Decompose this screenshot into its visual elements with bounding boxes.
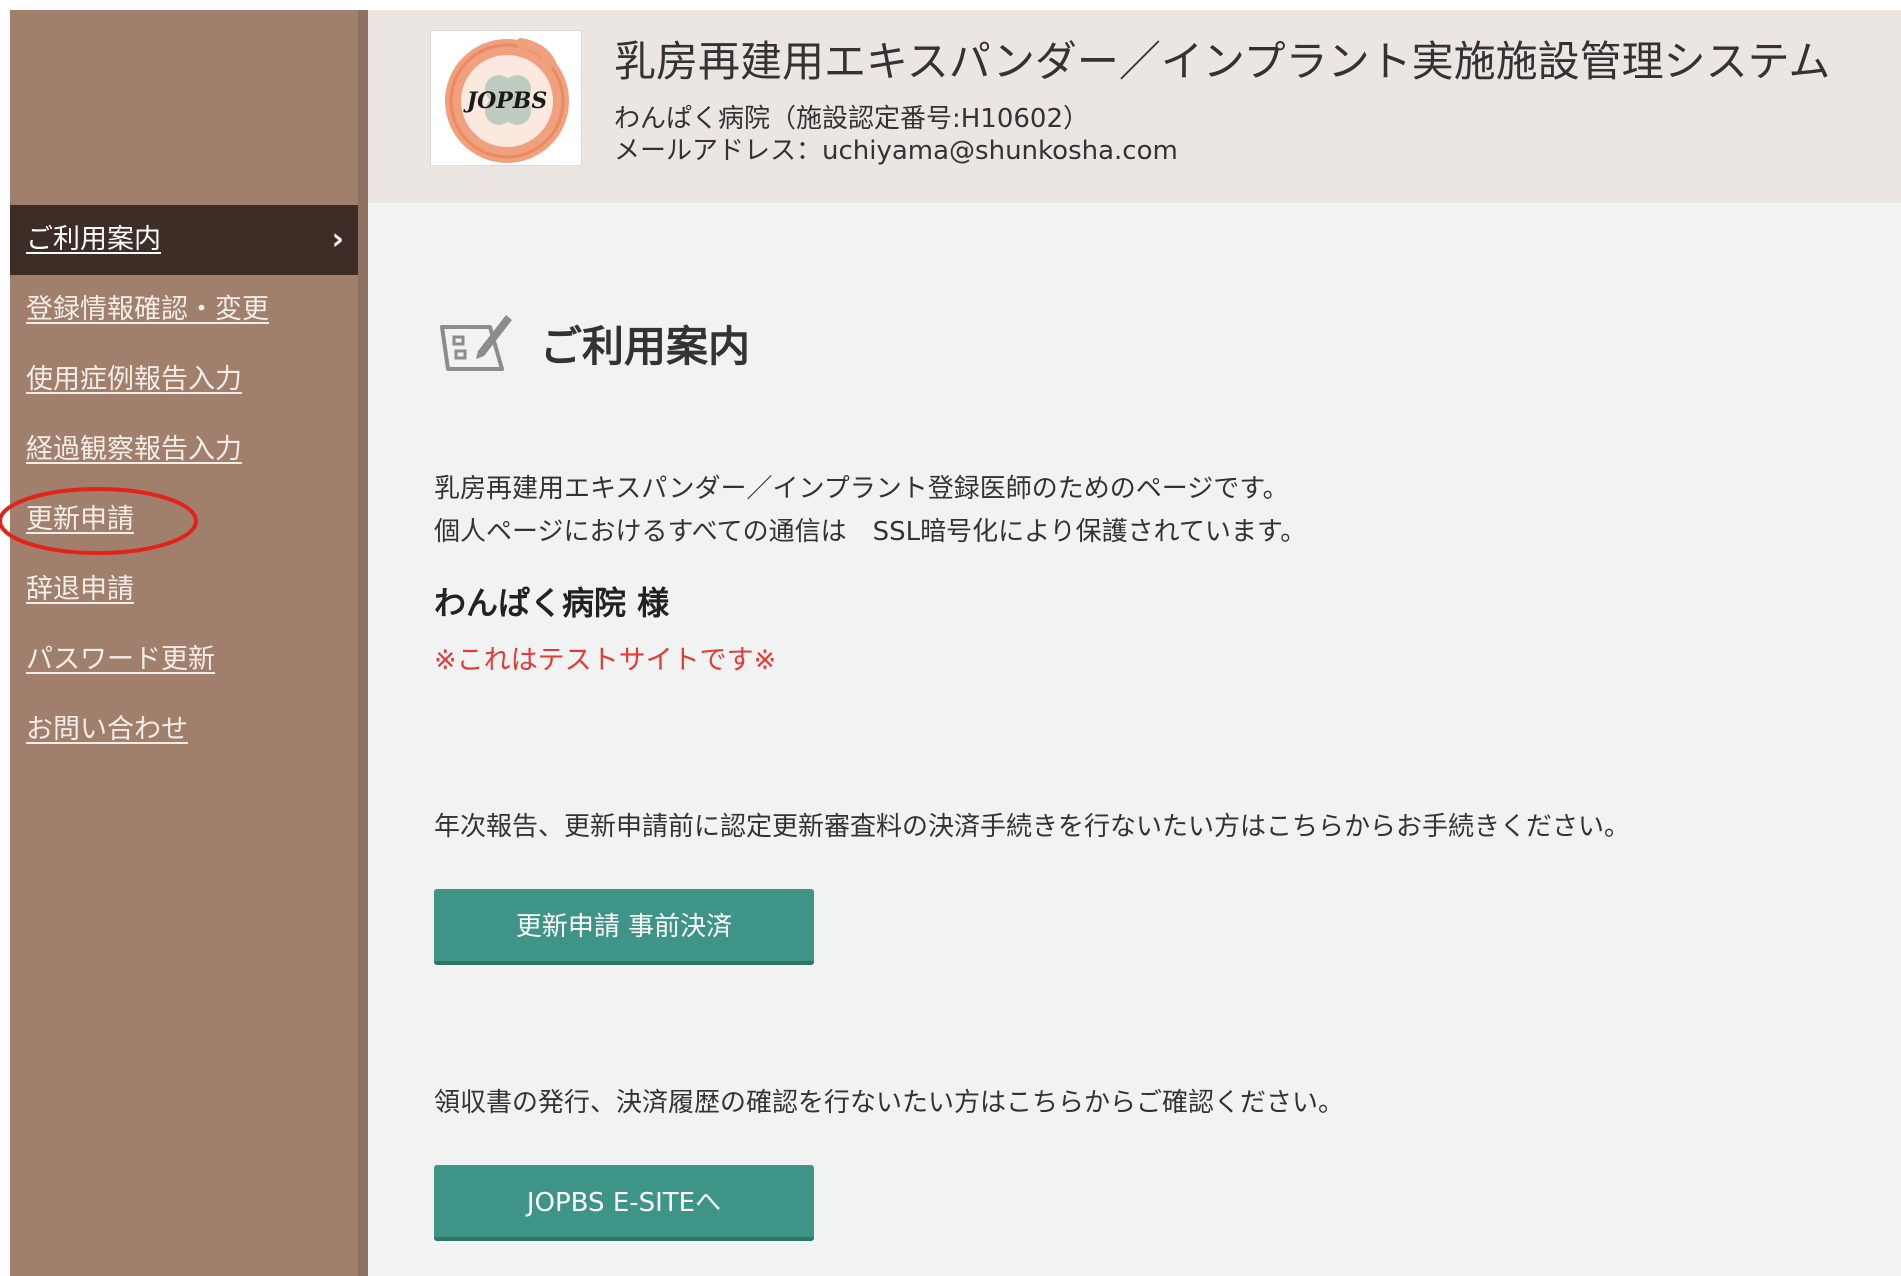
receipt-instructions: 領収書の発行、決済履歴の確認を行ないたい方はこちらからご確認ください。 (434, 1088, 1345, 1118)
page-title: ご利用案内 (540, 322, 751, 371)
app-frame: ご利用案内 › 登録情報確認・変更 使用症例報告入力 経過観察報告入力 更新申請… (0, 10, 1901, 1276)
sidebar: ご利用案内 › 登録情報確認・変更 使用症例報告入力 経過観察報告入力 更新申請… (10, 10, 358, 1276)
email-info: メールアドレス：uchiyama@shunkosha.com (614, 136, 1178, 166)
sidebar-item-followup-report[interactable]: 経過観察報告入力 (10, 415, 358, 485)
sidebar-item-label: 更新申請 (26, 504, 134, 535)
sidebar-item-label: 使用症例報告入力 (26, 364, 242, 395)
sidebar-item-password[interactable]: パスワード更新 (10, 625, 358, 695)
sidebar-item-withdrawal[interactable]: 辞退申請 (10, 555, 358, 625)
sidebar-item-label: ご利用案内 (26, 224, 161, 255)
sidebar-item-registration-info[interactable]: 登録情報確認・変更 (10, 275, 358, 345)
checklist-pencil-icon (440, 315, 512, 371)
sidebar-item-label: お問い合わせ (26, 714, 188, 745)
chevron-right-icon: › (331, 222, 344, 257)
sidebar-item-guide[interactable]: ご利用案内 › (10, 205, 358, 275)
sidebar-item-label: パスワード更新 (26, 644, 215, 675)
test-site-notice: ※これはテストサイトです※ (434, 645, 777, 676)
sidebar-item-renewal[interactable]: 更新申請 (10, 485, 358, 555)
sidebar-nav: ご利用案内 › 登録情報確認・変更 使用症例報告入力 経過観察報告入力 更新申請… (10, 205, 358, 765)
intro-text-line-2: 個人ページにおけるすべての通信は SSL暗号化により保護されています。 (434, 517, 1307, 547)
intro-text-line-1: 乳房再建用エキスパンダー／インプラント登録医師のためのページです。 (434, 474, 1289, 504)
sidebar-item-label: 登録情報確認・変更 (26, 294, 269, 325)
sidebar-divider (358, 10, 368, 1276)
sidebar-item-label: 経過観察報告入力 (26, 434, 242, 465)
header: JOPBS 乳房再建用エキスパンダー／インプラント実施施設管理システム わんぱく… (368, 10, 1901, 203)
sidebar-item-case-report[interactable]: 使用症例報告入力 (10, 345, 358, 415)
svg-text:JOPBS: JOPBS (463, 88, 548, 114)
payment-instructions: 年次報告、更新申請前に認定更新審査料の決済手続きを行ないたい方はこちらからお手続… (434, 812, 1631, 842)
system-title: 乳房再建用エキスパンダー／インプラント実施施設管理システム (614, 37, 1831, 86)
main-content: ご利用案内 乳房再建用エキスパンダー／インプラント登録医師のためのページです。 … (368, 203, 1901, 1276)
sidebar-item-label: 辞退申請 (26, 574, 134, 605)
greeting-facility-name: わんぱく病院 様 (434, 584, 670, 622)
jopbs-esite-button[interactable]: JOPBS E-SITEへ (434, 1165, 814, 1241)
renewal-prepayment-button[interactable]: 更新申請 事前決済 (434, 889, 814, 965)
logo-emblem-icon: JOPBS (445, 38, 569, 163)
jopbs-logo: JOPBS (430, 30, 582, 166)
sidebar-item-contact[interactable]: お問い合わせ (10, 695, 358, 765)
